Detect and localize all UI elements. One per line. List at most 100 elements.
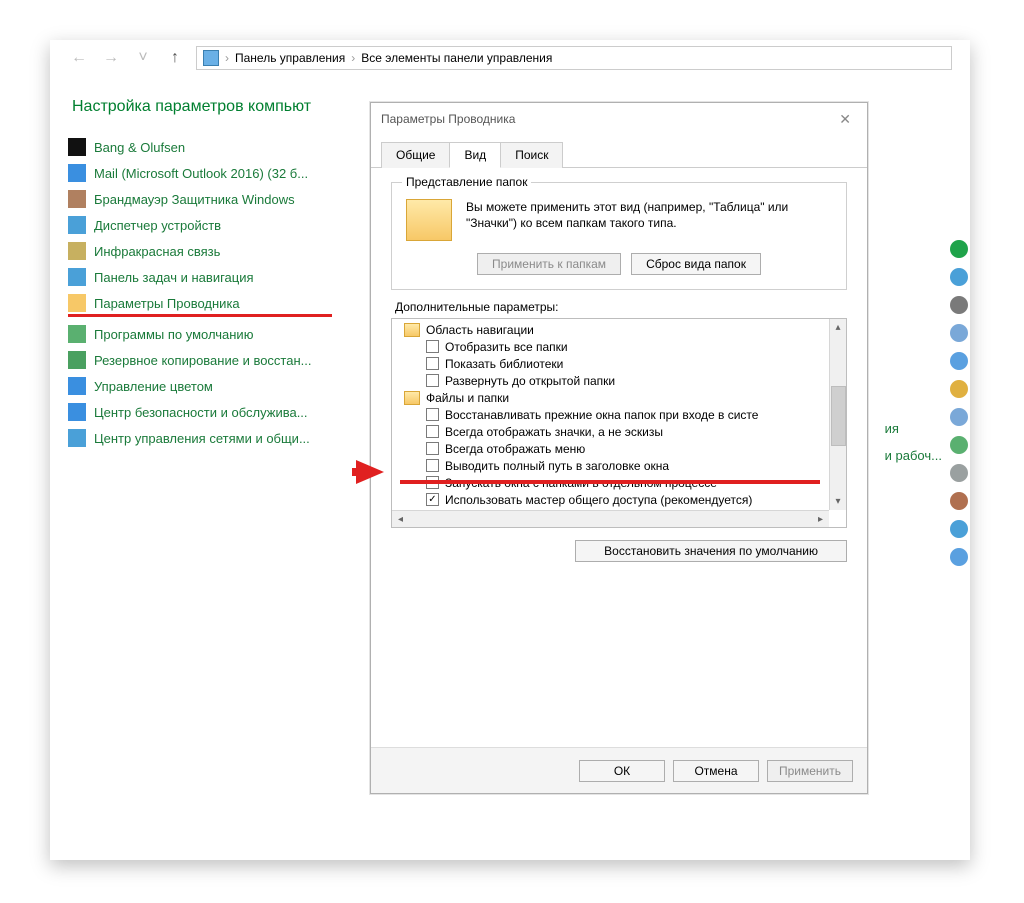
tree-label: Область навигации [426,323,534,337]
scrollbar-horizontal[interactable]: ◂ ▸ [392,510,829,527]
scroll-up-icon[interactable]: ▴ [830,319,847,336]
cp-item-icon [68,164,86,182]
folder-icon [406,199,452,241]
breadcrumb-seg[interactable]: Панель управления [235,51,345,65]
restore-defaults-button[interactable]: Восстановить значения по умолчанию [575,540,847,562]
checkbox[interactable] [426,340,439,353]
cp-item-label: Центр безопасности и обслужива... [94,405,308,420]
tree-option[interactable]: Выводить полный путь в заголовке окна [396,457,846,474]
cp-item-label: Панель задач и навигация [94,270,254,285]
apply-button[interactable]: Применить [767,760,853,782]
edge-icon[interactable] [950,492,968,510]
scrollbar-vertical[interactable]: ▴ ▾ [829,319,846,510]
checkbox[interactable] [426,374,439,387]
control-panel-item[interactable]: Резервное копирование и восстан... [68,347,332,373]
folder-icon [404,323,420,337]
control-panel-item[interactable]: Центр безопасности и обслужива... [68,399,332,425]
cp-item-label: Диспетчер устройств [94,218,221,233]
address-bar[interactable]: › Панель управления › Все элементы панел… [196,46,952,70]
control-panel-item[interactable]: Управление цветом [68,373,332,399]
cp-item-icon [68,429,86,447]
breadcrumb-sep-icon: › [225,51,229,65]
control-panel-item[interactable]: Параметры Проводника [68,290,332,317]
edge-icon[interactable] [950,520,968,538]
edge-icon[interactable] [950,464,968,482]
tree-label: Использовать мастер общего доступа (реко… [445,493,752,507]
breadcrumb-seg[interactable]: Все элементы панели управления [361,51,552,65]
control-panel-item[interactable]: Центр управления сетями и общи... [68,425,332,451]
cp-item-label: Параметры Проводника [94,296,240,311]
scroll-left-icon[interactable]: ◂ [392,511,409,528]
tree-option[interactable]: Развернуть до открытой папки [396,372,846,389]
nav-recent-icon[interactable]: ˅ [132,49,154,67]
reset-folders-button[interactable]: Сброс вида папок [631,253,761,275]
tree-option[interactable]: Отобразить все папки [396,338,846,355]
right-fragment[interactable]: и рабоч... [885,442,942,469]
tree-option[interactable]: Всегда отображать значки, а не эскизы [396,423,846,440]
edge-icon[interactable] [950,324,968,342]
cp-item-icon [68,138,86,156]
tab-view[interactable]: Вид [449,142,501,168]
edge-icon[interactable] [950,380,968,398]
control-panel-item[interactable]: Диспетчер устройств [68,212,332,238]
cp-item-label: Брандмауэр Защитника Windows [94,192,295,207]
control-panel-item[interactable]: Bang & Olufsen [68,134,332,160]
cancel-button[interactable]: Отмена [673,760,759,782]
cp-item-label: Инфракрасная связь [94,244,220,259]
scroll-right-icon[interactable]: ▸ [812,511,829,528]
tree-label: Показать библиотеки [445,357,563,371]
dialog-titlebar[interactable]: Параметры Проводника ✕ [371,103,867,135]
scroll-thumb[interactable] [831,386,846,446]
nav-back-icon[interactable]: ← [68,49,90,67]
control-panel-item[interactable]: Брандмауэр Защитника Windows [68,186,332,212]
nav-toolbar: ← → ˅ ↑ › Панель управления › Все элемен… [50,40,970,76]
tree-group: Область навигации [396,321,846,338]
advanced-settings-tree[interactable]: Область навигации Отобразить все папки Пок… [391,318,847,528]
right-fragment[interactable]: ия [885,415,942,442]
edge-icon[interactable] [950,352,968,370]
ok-button[interactable]: ОК [579,760,665,782]
cp-item-label: Bang & Olufsen [94,140,185,155]
tree-label: Восстанавливать прежние окна папок при в… [445,408,758,422]
edge-icon[interactable] [950,436,968,454]
tree-option[interactable]: Всегда отображать меню [396,440,846,457]
cp-item-label: Программы по умолчанию [94,327,253,342]
checkbox[interactable] [426,442,439,455]
tab-general[interactable]: Общие [381,142,450,168]
checkbox[interactable] [426,459,439,472]
checkbox[interactable] [426,408,439,421]
tree-label: Отобразить все папки [445,340,568,354]
cp-item-icon [68,216,86,234]
nav-up-icon[interactable]: ↑ [164,49,186,67]
nav-forward-icon[interactable]: → [100,49,122,67]
right-column-fragments: ия и рабоч... [885,415,942,469]
edge-icon[interactable] [950,296,968,314]
tree-option[interactable]: Использовать мастер общего доступа (реко… [396,491,846,508]
checkbox[interactable] [426,357,439,370]
groupbox-title: Представление папок [402,175,531,189]
control-panel-item[interactable]: Программы по умолчанию [68,321,332,347]
control-panel-item[interactable]: Панель задач и навигация [68,264,332,290]
edge-icon[interactable] [950,240,968,258]
control-panel-list: Bang & Olufsen Mail (Microsoft Outlook 20… [50,124,350,451]
checkbox[interactable] [426,493,439,506]
control-panel-item[interactable]: Mail (Microsoft Outlook 2016) (32 б... [68,160,332,186]
dialog-footer: ОК Отмена Применить [371,747,867,793]
edge-icon[interactable] [950,268,968,286]
tree-option[interactable]: Восстанавливать прежние окна папок при в… [396,406,846,423]
cp-item-icon [68,325,86,343]
scroll-down-icon[interactable]: ▾ [830,493,847,510]
control-panel-icon [203,50,219,66]
breadcrumb-sep-icon: › [351,51,355,65]
cp-item-icon [68,403,86,421]
cp-item-icon [68,377,86,395]
edge-icon[interactable] [950,408,968,426]
tab-search[interactable]: Поиск [500,142,563,168]
close-icon[interactable]: ✕ [833,107,857,132]
control-panel-item[interactable]: Инфракрасная связь [68,238,332,264]
edge-icon[interactable] [950,548,968,566]
cp-item-label: Центр управления сетями и общи... [94,431,310,446]
apply-to-folders-button[interactable]: Применить к папкам [477,253,621,275]
checkbox[interactable] [426,425,439,438]
tree-option[interactable]: Показать библиотеки [396,355,846,372]
